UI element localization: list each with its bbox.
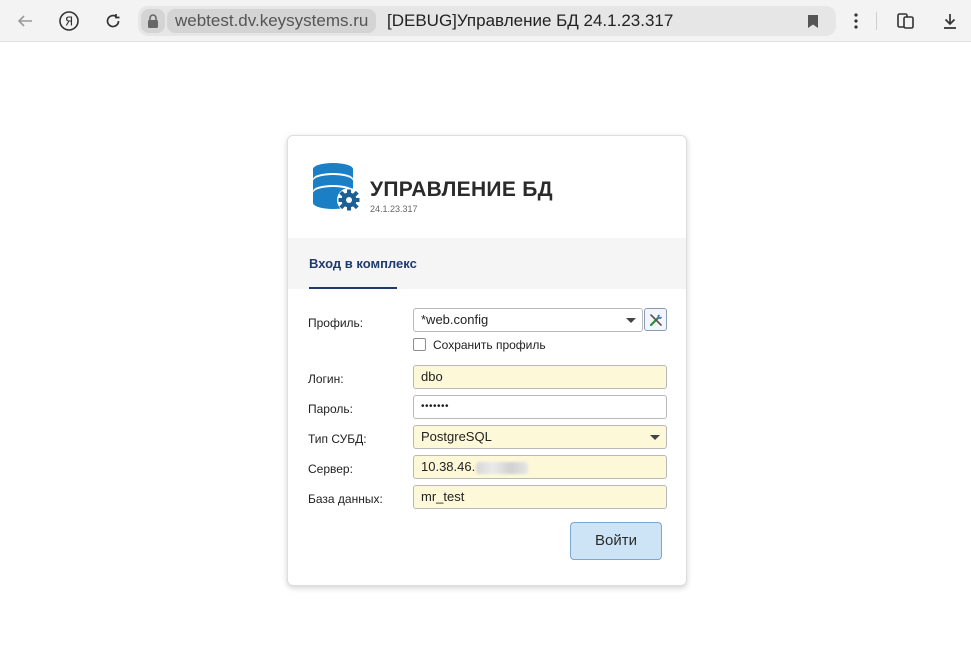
profile-select[interactable]: *web.config bbox=[413, 308, 643, 332]
server-label: Сервер: bbox=[308, 462, 353, 476]
redacted-text bbox=[476, 461, 529, 474]
downloads-button[interactable] bbox=[936, 7, 964, 35]
tab-login[interactable]: Вход в комплекс bbox=[309, 238, 417, 289]
dbms-type-select[interactable]: PostgreSQL bbox=[413, 425, 667, 449]
yandex-logo-icon: Я bbox=[59, 11, 79, 31]
login-button[interactable]: Войти bbox=[570, 522, 662, 560]
save-profile-label[interactable]: Сохранить профиль bbox=[433, 338, 546, 352]
arrow-left-icon bbox=[17, 15, 32, 27]
database-label: База данных: bbox=[308, 492, 383, 506]
tools-icon bbox=[649, 313, 662, 326]
password-label: Пароль: bbox=[308, 402, 353, 416]
login-label: Логин: bbox=[308, 372, 344, 386]
reload-icon bbox=[106, 14, 120, 28]
server-input[interactable]: 10.38.46. bbox=[413, 455, 667, 479]
collections-icon bbox=[897, 13, 914, 29]
chevron-down-icon bbox=[626, 318, 636, 323]
browser-toolbar: Я webtest.dv.keysystems.ru [DEBUG]Управл… bbox=[0, 0, 971, 42]
app-title: УПРАВЛЕНИЕ БД bbox=[370, 178, 553, 201]
login-input[interactable]: dbo bbox=[413, 365, 667, 389]
address-host[interactable]: webtest.dv.keysystems.ru bbox=[167, 9, 377, 33]
profile-label: Профиль: bbox=[308, 316, 364, 330]
yandex-button[interactable]: Я bbox=[55, 7, 83, 35]
site-info-button[interactable] bbox=[141, 9, 165, 33]
bookmark-button[interactable] bbox=[802, 10, 824, 32]
bookmark-icon bbox=[808, 14, 818, 28]
dbms-type-value: PostgreSQL bbox=[421, 429, 492, 444]
save-profile-checkbox[interactable] bbox=[413, 338, 426, 351]
dbms-type-label: Тип СУБД: bbox=[308, 432, 367, 446]
login-card: УПРАВЛЕНИЕ БД 24.1.23.317 Вход в комплек… bbox=[287, 135, 687, 586]
more-vertical-icon bbox=[854, 13, 858, 29]
tab-bar: Вход в комплекс bbox=[288, 238, 686, 289]
toolbar-divider bbox=[876, 12, 877, 30]
profile-value: *web.config bbox=[421, 312, 489, 327]
database-input[interactable]: mr_test bbox=[413, 485, 667, 509]
svg-text:Я: Я bbox=[65, 15, 73, 29]
lock-icon bbox=[148, 14, 158, 28]
back-button[interactable] bbox=[11, 7, 39, 35]
download-icon bbox=[944, 14, 956, 29]
collections-button[interactable] bbox=[892, 7, 920, 35]
server-value: 10.38.46. bbox=[421, 459, 476, 474]
database-gear-icon bbox=[310, 162, 362, 214]
app-version: 24.1.23.317 bbox=[370, 204, 418, 214]
page-title: [DEBUG]Управление БД 24.1.23.317 bbox=[387, 11, 674, 30]
active-tab-indicator bbox=[309, 287, 397, 289]
chevron-down-icon bbox=[650, 435, 660, 440]
reload-button[interactable] bbox=[99, 7, 127, 35]
profile-settings-button[interactable] bbox=[644, 308, 667, 331]
password-input[interactable]: ••••••• bbox=[413, 395, 667, 419]
menu-button[interactable] bbox=[842, 7, 870, 35]
